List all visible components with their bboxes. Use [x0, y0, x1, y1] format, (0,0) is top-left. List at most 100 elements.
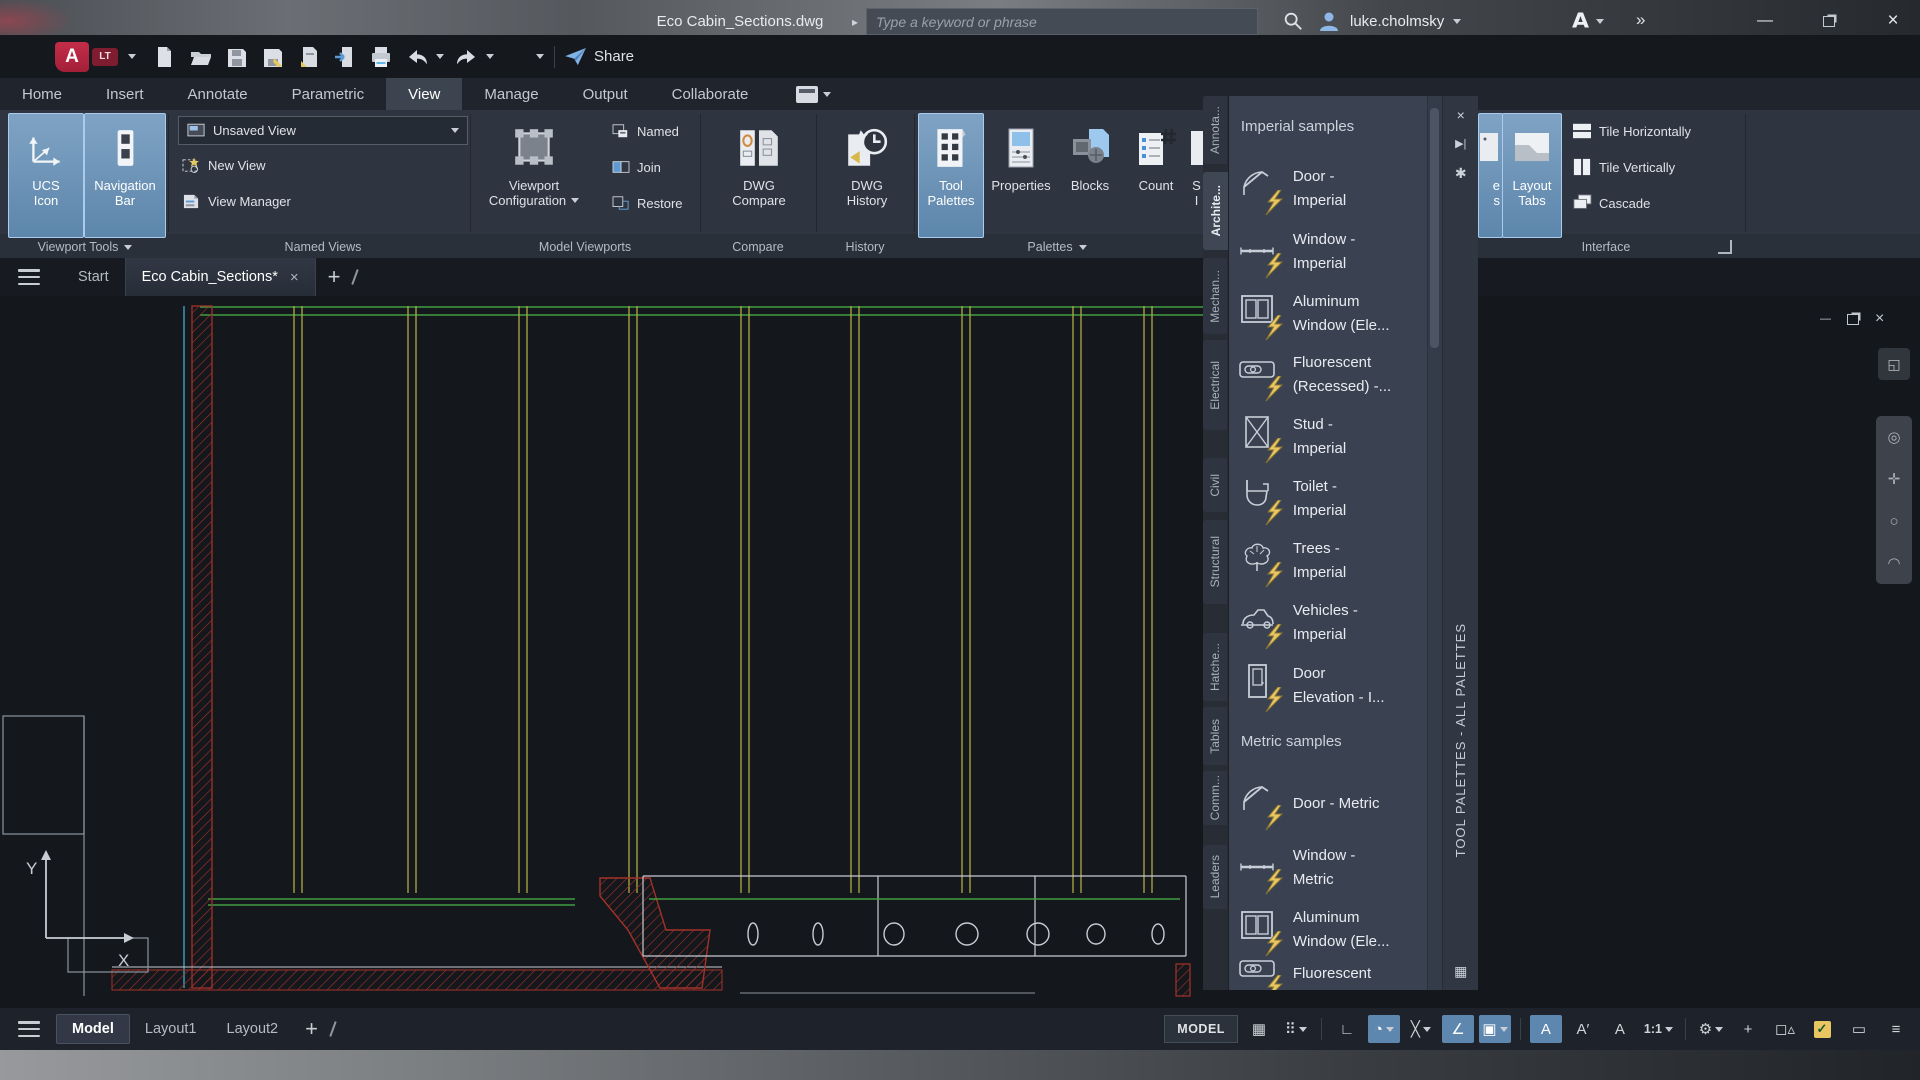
scrollbar-thumb[interactable] — [1430, 108, 1439, 348]
share-button[interactable]: Share — [565, 48, 634, 66]
close-button[interactable]: × — [1878, 8, 1908, 34]
zoom-extents-icon[interactable]: ○ — [1889, 513, 1898, 530]
blocks-palette-button[interactable]: Blocks — [1058, 113, 1122, 238]
palette-tab-archite[interactable]: Archite... — [1203, 172, 1228, 250]
palette-autohide-icon[interactable]: ▶| — [1443, 130, 1478, 156]
palettes-panel-label[interactable]: Palettes — [916, 236, 1198, 258]
palette-item-fluorescent[interactable]: Fluorescent(Recessed) -... — [1237, 346, 1425, 404]
isometric-drafting-icon[interactable]: ╳ — [1405, 1015, 1437, 1043]
palette-item-trees[interactable]: Trees -Imperial — [1237, 532, 1425, 590]
redo-dropdown-icon[interactable] — [486, 54, 494, 59]
isometric-drafting-dropdown-icon[interactable] — [1423, 1027, 1431, 1032]
viewport-configuration-button[interactable]: Viewport Configuration — [480, 113, 588, 238]
isolate-objects-icon[interactable]: ◻▵ — [1769, 1015, 1801, 1043]
new-drawing-tab-button[interactable]: + — [316, 258, 353, 296]
palette-tab-tables[interactable]: Tables — [1203, 707, 1227, 765]
properties-palette-button[interactable]: Properties — [986, 113, 1056, 238]
palette-tab-hatche[interactable]: Hatche... — [1203, 633, 1227, 701]
palette-item-vehicles[interactable]: Vehicles -Imperial — [1237, 594, 1425, 652]
palette-tab-civil[interactable]: Civil — [1203, 458, 1227, 512]
new-file-icon[interactable] — [152, 44, 178, 70]
palette-tab-annota[interactable]: Annota... — [1203, 96, 1227, 164]
dwg-compare-button[interactable]: DWG Compare — [712, 113, 806, 238]
view-dropdown[interactable]: Unsaved View — [178, 116, 468, 145]
ribbon-tab-view[interactable]: View — [386, 78, 462, 110]
user-dropdown-icon[interactable] — [1453, 19, 1461, 24]
undo-dropdown-icon[interactable] — [436, 54, 444, 59]
ribbon-tab-manage[interactable]: Manage — [462, 78, 560, 110]
redo-icon[interactable] — [454, 44, 480, 70]
workspace-gear-dropdown-icon[interactable] — [1715, 1027, 1723, 1032]
drawing-minimize-icon[interactable]: — — [1820, 313, 1831, 325]
autoscale-icon[interactable]: A′ — [1567, 1015, 1599, 1043]
grid-icon[interactable]: ▦ — [1243, 1015, 1275, 1043]
save-icon[interactable] — [224, 44, 250, 70]
graphics-performance-icon[interactable]: ✓ — [1806, 1015, 1838, 1043]
tile-horizontally-button[interactable]: Tile Horizontally — [1572, 118, 1691, 144]
tool-palettes-button[interactable]: Tool Palettes — [918, 113, 984, 238]
pan-icon[interactable]: ✛ — [1888, 470, 1901, 488]
customize-dropdown-dropdown-icon[interactable] — [536, 54, 544, 59]
tile-vertically-button[interactable]: Tile Vertically — [1572, 154, 1675, 180]
viewcube-home-icon[interactable]: ◱ — [1878, 348, 1910, 380]
navigation-bar-toggle-button[interactable]: Navigation Bar — [84, 113, 166, 238]
search-collapse-icon[interactable]: ▸ — [852, 15, 858, 29]
snap-dropdown-icon[interactable] — [1299, 1027, 1307, 1032]
interface-dialog-launcher-icon[interactable] — [1718, 240, 1732, 254]
polar-tracking-dropdown-icon[interactable] — [1386, 1027, 1394, 1032]
username[interactable]: luke.cholmsky — [1350, 13, 1444, 30]
palette-scrollbar[interactable] — [1428, 96, 1443, 990]
annotation-scale-icon[interactable]: A — [1604, 1015, 1636, 1043]
scale-value[interactable]: 1:1 — [1641, 1015, 1676, 1043]
palette-tab-mechan[interactable]: Mechan... — [1203, 258, 1227, 334]
app-menu-dropdown-icon[interactable] — [128, 54, 136, 59]
ortho-icon[interactable]: ∟ — [1331, 1015, 1363, 1043]
open-folder-icon[interactable] — [188, 44, 214, 70]
customize-plus-icon[interactable]: + — [1732, 1015, 1764, 1043]
restore-viewports-button[interactable]: Restore — [612, 190, 683, 216]
layout-tab-model[interactable]: Model — [56, 1014, 130, 1044]
plot-icon[interactable] — [368, 44, 394, 70]
palette-item-door[interactable]: Door -Imperial — [1237, 160, 1425, 218]
scale-value-dropdown-icon[interactable] — [1665, 1027, 1673, 1032]
layout-tab-layout2[interactable]: Layout2 — [212, 1015, 294, 1043]
palette-close-icon[interactable]: × — [1443, 102, 1478, 128]
orbit-icon[interactable]: ◠ — [1887, 554, 1900, 572]
object-snap-tracking-icon[interactable]: ∠ — [1442, 1015, 1474, 1043]
model-space-badge[interactable]: MODEL — [1164, 1015, 1238, 1043]
customization-menu-icon[interactable]: ≡ — [1880, 1015, 1912, 1043]
clean-screen-icon[interactable]: ▭ — [1843, 1015, 1875, 1043]
palette-item-fluorescent[interactable]: Fluorescent — [1237, 945, 1425, 990]
batch-plot-icon[interactable] — [296, 44, 322, 70]
ribbon-tab-insert[interactable]: Insert — [84, 78, 166, 110]
palette-tab-electrical[interactable]: Electrical — [1203, 340, 1227, 430]
object-snap-dropdown-icon[interactable] — [1500, 1027, 1508, 1032]
drawing-close-icon[interactable]: × — [1875, 310, 1884, 328]
drawing-canvas[interactable]: YX — × ◱ ◎ ✛ ○ ◠ — [0, 296, 1920, 1008]
ucs-icon-toggle-button[interactable]: UCS Icon — [8, 113, 84, 238]
join-viewports-button[interactable]: Join — [612, 154, 661, 180]
palette-tab-comm[interactable]: Comm... — [1203, 771, 1227, 825]
undo-icon[interactable] — [404, 44, 430, 70]
save-as-icon[interactable] — [260, 44, 286, 70]
file-tab-close-icon[interactable]: × — [290, 269, 299, 286]
palette-item-window[interactable]: Window -Imperial — [1237, 223, 1425, 281]
palette-tab-leaders[interactable]: Leaders — [1203, 845, 1227, 909]
view-manager-button[interactable]: View Manager — [182, 188, 291, 214]
annotation-visibility-icon[interactable]: A — [1530, 1015, 1562, 1043]
file-tab-menu-icon[interactable] — [18, 269, 40, 285]
workspace-gear-icon[interactable]: ⚙ — [1695, 1015, 1727, 1043]
count-palette-button[interactable]: Count — [1124, 113, 1188, 238]
cascade-button[interactable]: Cascade — [1572, 190, 1650, 216]
expand-toolbar-icon[interactable]: » — [1636, 10, 1642, 30]
palette-item-stud[interactable]: Stud -Imperial — [1237, 408, 1425, 466]
app-logo-icon[interactable]: A — [55, 42, 89, 72]
customize-dropdown-icon[interactable] — [504, 44, 530, 70]
ribbon-tab-parametric[interactable]: Parametric — [270, 78, 387, 110]
snap-icon[interactable]: ⠿ — [1280, 1015, 1312, 1043]
file-tabs-toggle-button-clipped[interactable]: e s — [1478, 113, 1503, 238]
palette-tab-structural[interactable]: Structural — [1203, 520, 1227, 604]
navigation-bar[interactable]: ◎ ✛ ○ ◠ — [1876, 416, 1912, 584]
export-icon[interactable] — [332, 44, 358, 70]
search-input[interactable] — [866, 8, 1258, 35]
